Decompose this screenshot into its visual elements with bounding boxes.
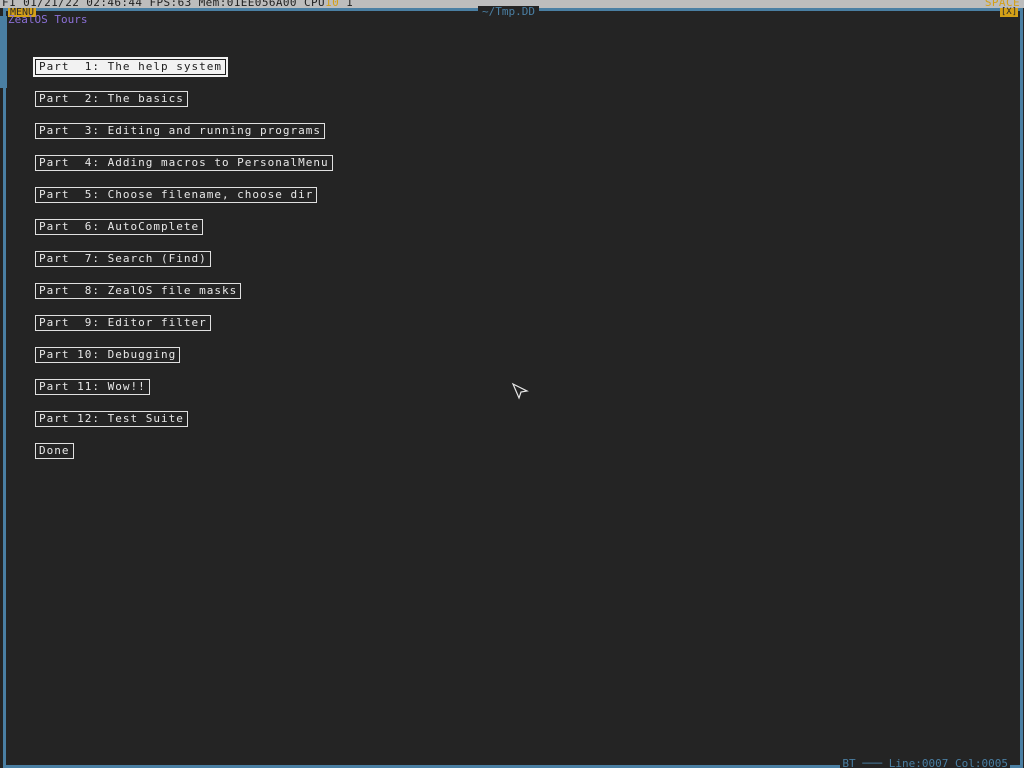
tour-part-button[interactable]: Part 10: Debugging — [35, 347, 181, 363]
zealos-screen: F1 01/21/22 02:46:44 FPS:63 Mem:01EE056A… — [0, 0, 1024, 768]
tour-part-button[interactable]: Part 3: Editing and running programs — [35, 123, 326, 139]
close-button[interactable]: [X] — [1000, 8, 1018, 17]
tour-part-button[interactable]: Part 2: The basics — [35, 91, 188, 107]
window-scroll-ruler[interactable] — [0, 16, 7, 88]
done-button[interactable]: Done — [35, 443, 74, 459]
page-title: ZealOS Tours — [8, 13, 88, 26]
cursor-position-info: BT ─── Line:0007 Col:0005 — [840, 757, 1010, 768]
window-title: ~/Tmp.DD — [478, 6, 539, 17]
tour-part-button[interactable]: Part 12: Test Suite — [35, 411, 188, 427]
line-number: Line:0007 — [888, 757, 949, 768]
cpu-extra: 1 — [339, 0, 354, 8]
tour-part-button[interactable]: Part 9: Editor filter — [35, 315, 211, 331]
cpu-level: 10 — [325, 0, 340, 8]
status-text: F1 01/21/22 02:46:44 FPS:63 Mem:01EE056A… — [2, 0, 353, 8]
tour-part-button[interactable]: Part 4: Adding macros to PersonalMenu — [35, 155, 333, 171]
mouse-pointer-icon — [511, 382, 529, 400]
tour-part-button[interactable]: Part 1: The help system — [33, 57, 228, 77]
bottom-status-bar: BT ─── Line:0007 Col:0005 — [0, 757, 1024, 768]
column-number: Col:0005 — [955, 757, 1008, 768]
tour-part-button[interactable]: Part 6: AutoComplete — [35, 219, 204, 235]
tour-part-button[interactable]: Part 8: ZealOS file masks — [35, 283, 242, 299]
tour-part-button[interactable]: Part 11: Wow!! — [35, 379, 150, 395]
tour-part-button[interactable]: Part 5: Choose filename, choose dir — [35, 187, 318, 203]
tour-part-button[interactable]: Part 7: Search (Find) — [35, 251, 211, 267]
editor-mode: BT — [842, 757, 856, 768]
